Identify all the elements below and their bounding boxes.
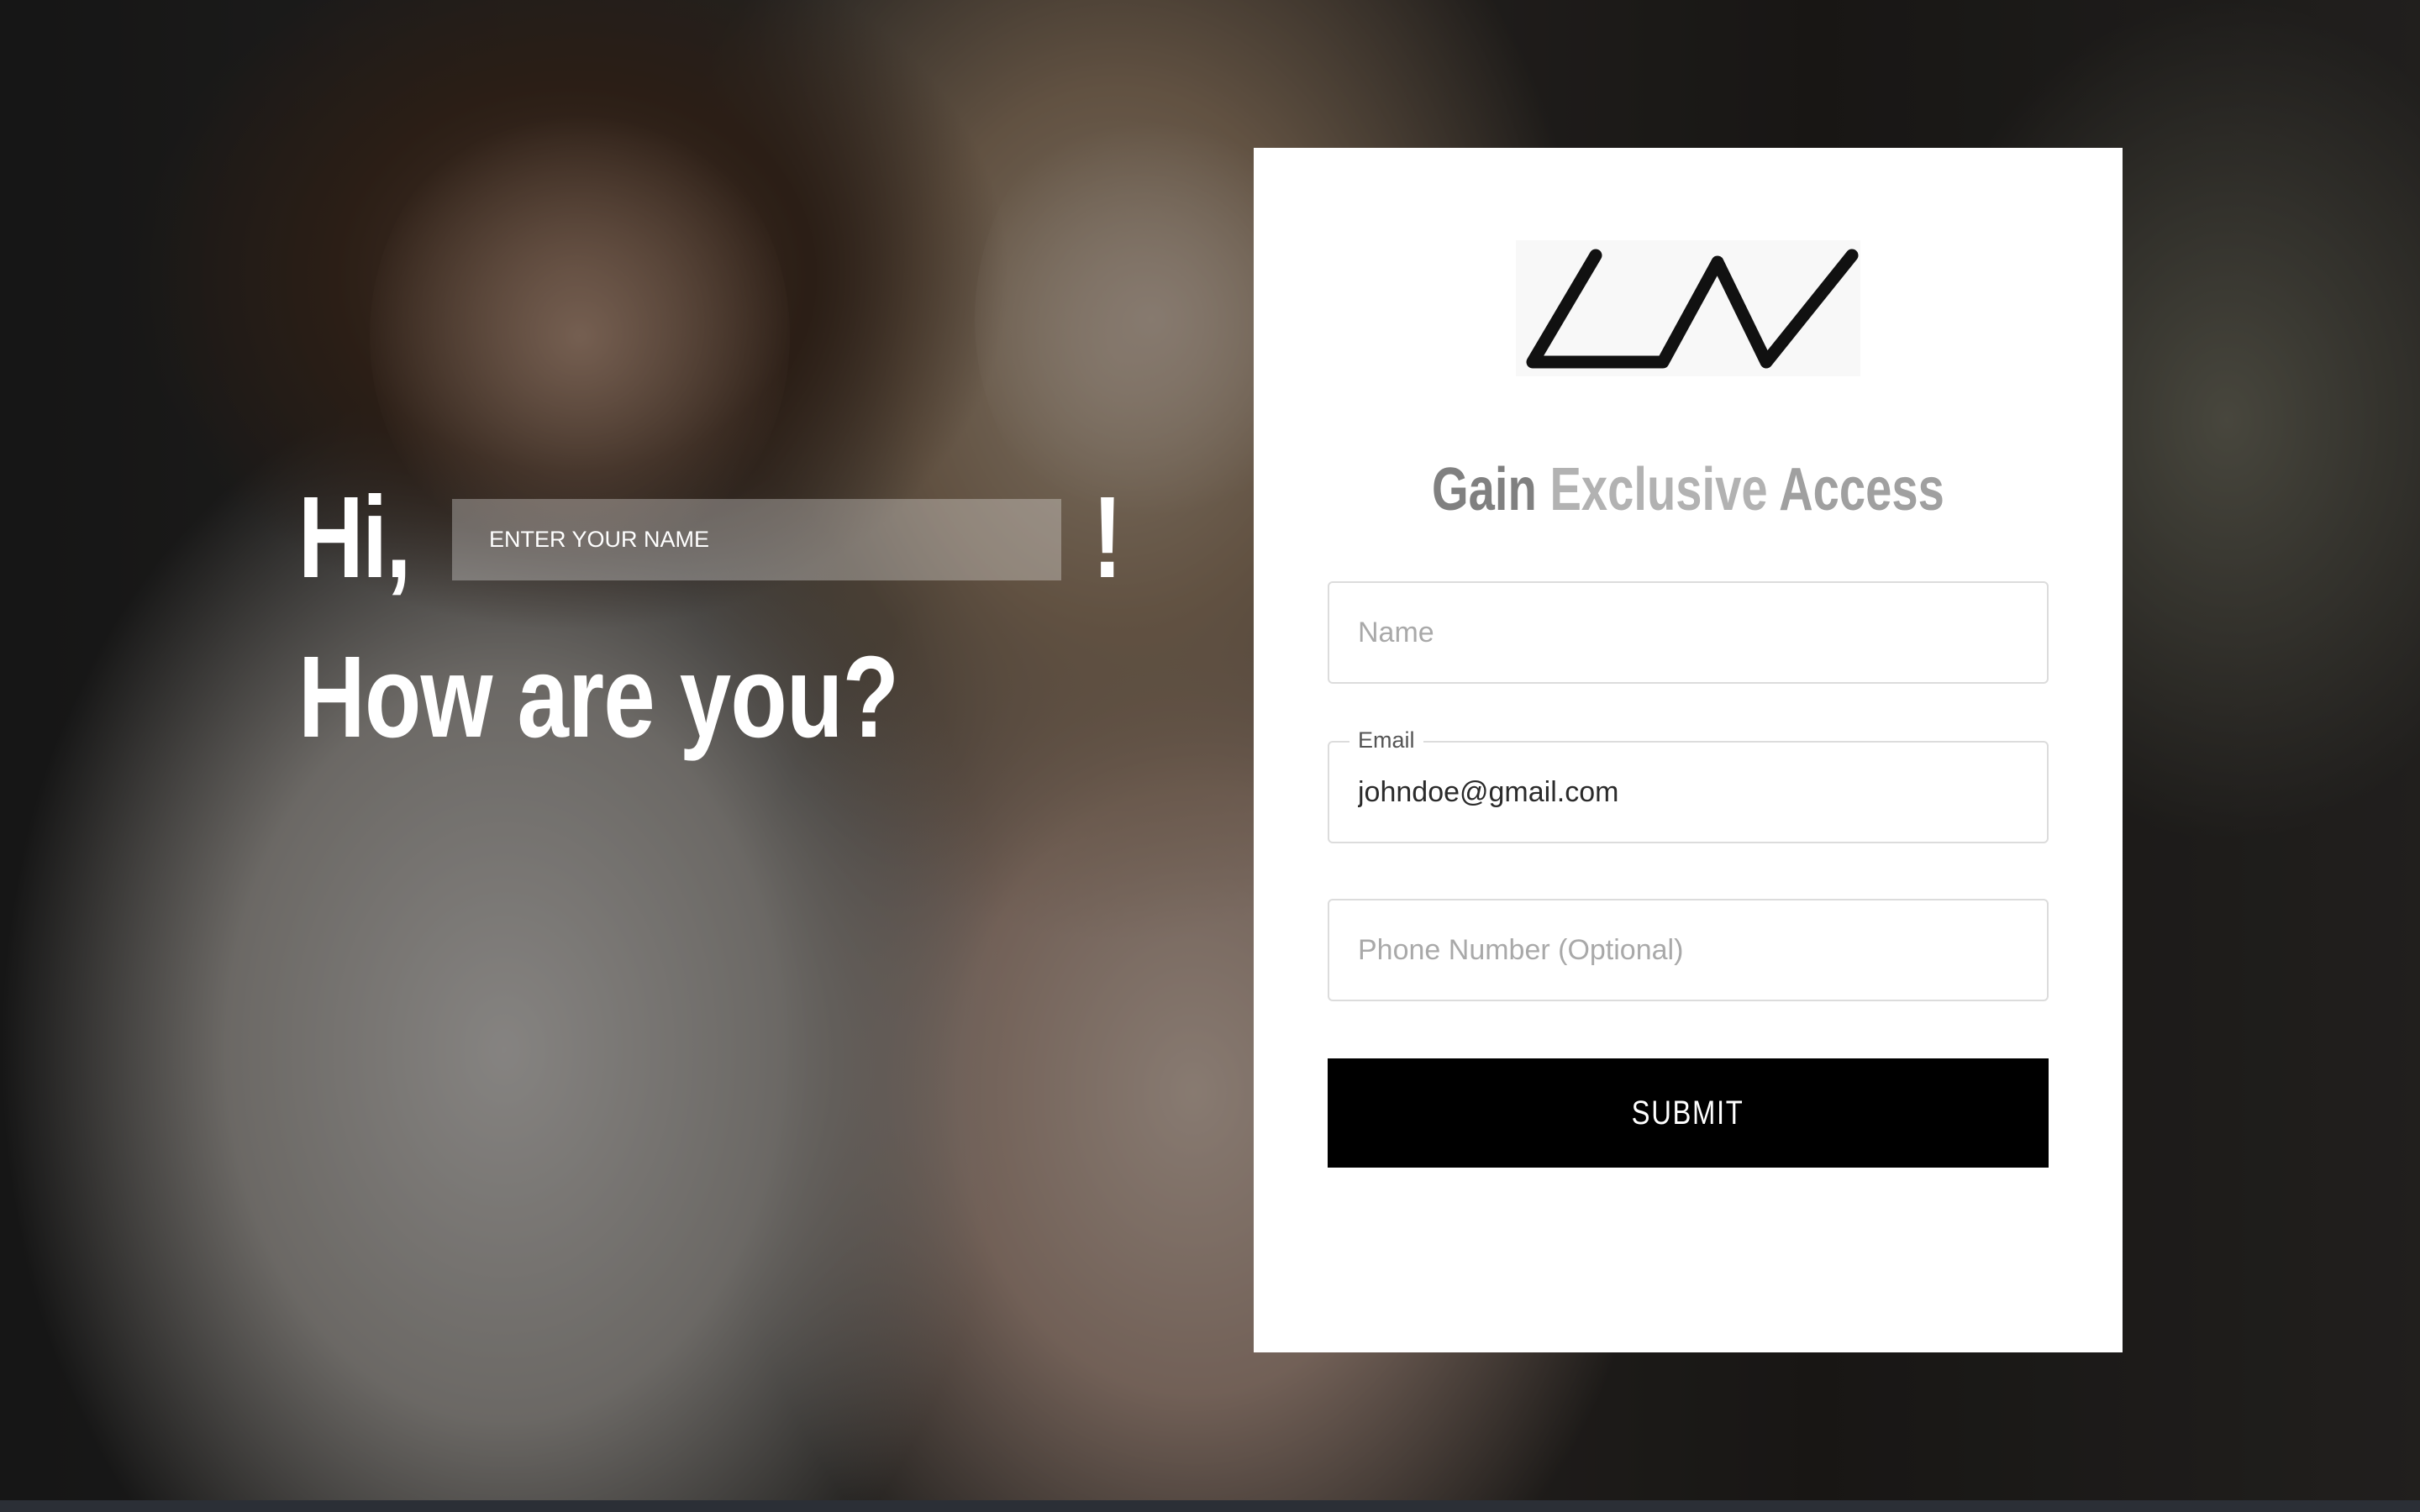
email-field: Email [1328, 726, 2049, 843]
landing-page: Hi, ! How are you? Gain Exclusive Access… [0, 0, 2420, 1512]
submit-button[interactable]: SUBMIT [1328, 1058, 2049, 1168]
name-entry-input[interactable] [452, 499, 1061, 580]
greeting-line-2: How are you? [298, 633, 899, 762]
email-input[interactable] [1329, 743, 2047, 842]
bottom-bar [0, 1500, 2420, 1512]
title-word-gain: Gain [1432, 456, 1550, 523]
name-field [1328, 581, 2049, 684]
title-word-exclusive: Exclusive [1549, 456, 1780, 523]
title-word-access: Access [1779, 456, 1944, 523]
phone-input[interactable] [1329, 900, 2047, 1000]
ln-brand-logo-icon [1516, 240, 1860, 376]
greeting-exclamation: ! [1092, 473, 1123, 602]
name-input[interactable] [1329, 583, 2047, 682]
greeting-line-1: Hi, ! [298, 470, 1139, 605]
email-label: Email [1349, 726, 1423, 754]
phone-field [1328, 899, 2049, 1001]
signup-card: Gain Exclusive Access Email SUBMIT [1254, 148, 2123, 1352]
greeting-hi: Hi, [298, 473, 411, 602]
card-title: Gain Exclusive Access [1254, 452, 2123, 528]
submit-button-label: SUBMIT [1632, 1094, 1744, 1131]
